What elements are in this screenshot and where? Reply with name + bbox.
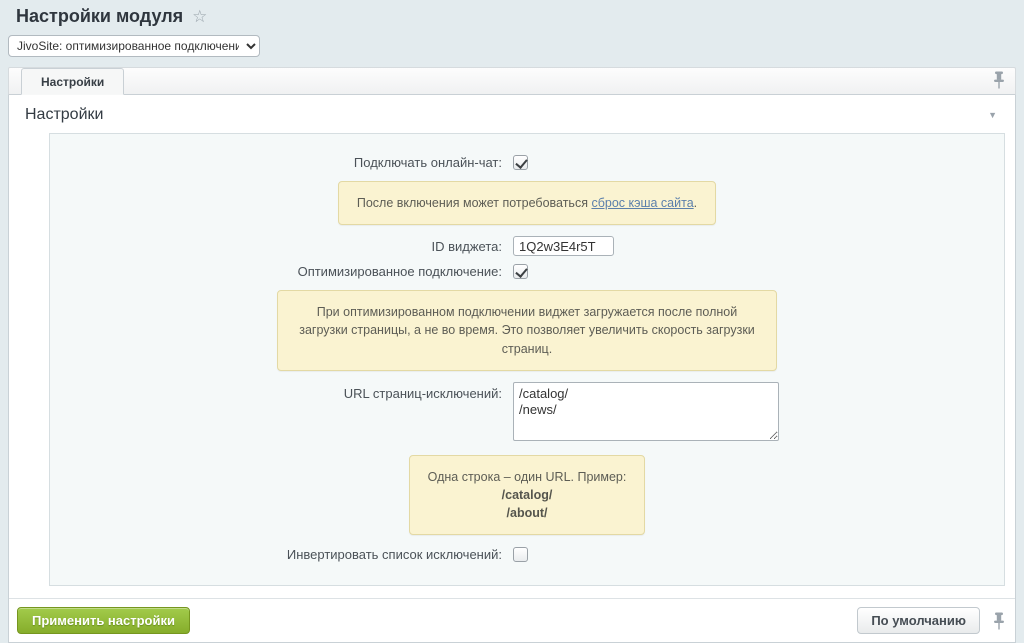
optimized-note: При оптимизированном подключении виджет …: [277, 290, 777, 370]
note-row-optimized: При оптимизированном подключении виджет …: [50, 290, 1004, 370]
section-header: Настройки ▼: [9, 95, 1015, 133]
form-row-url-exceptions: URL страниц-исключений: /catalog/ /news/: [50, 382, 1004, 444]
form-row-optimized: Оптимизированное подключение:: [50, 263, 1004, 279]
invert-label: Инвертировать список исключений:: [50, 547, 513, 562]
form-row-invert: Инвертировать список исключений:: [50, 546, 1004, 562]
tab-bar: Настройки: [8, 67, 1016, 95]
form-row-widget-id: ID виджета:: [50, 236, 1004, 256]
note-row-url-example: Одна строка – один URL. Пример: /catalog…: [50, 455, 1004, 535]
optimized-checkbox[interactable]: [513, 264, 528, 279]
apply-settings-button[interactable]: Применить настройки: [17, 607, 190, 634]
url-exceptions-textarea[interactable]: /catalog/ /news/: [513, 382, 779, 441]
page-header: Настройки модуля ☆: [16, 6, 1008, 27]
cache-note-text: После включения может потребоваться: [357, 196, 592, 210]
url-example-note: Одна строка – один URL. Пример: /catalog…: [409, 455, 646, 535]
cache-note-suffix: .: [694, 196, 697, 210]
connect-chat-checkbox[interactable]: [513, 155, 528, 170]
collapse-section-icon[interactable]: ▼: [986, 108, 999, 122]
settings-form: Подключать онлайн-чат: После включения м…: [49, 133, 1005, 586]
optimized-label: Оптимизированное подключение:: [50, 264, 513, 279]
defaults-button[interactable]: По умолчанию: [857, 607, 980, 634]
widget-id-label: ID виджета:: [50, 239, 513, 254]
url-example-2: /about/: [507, 506, 548, 520]
note-row-cache: После включения может потребоваться сбро…: [50, 181, 1004, 225]
panel-footer: Применить настройки По умолчанию: [9, 598, 1015, 642]
url-exceptions-label: URL страниц-исключений:: [50, 382, 513, 401]
module-settings-page: Настройки модуля ☆ JivoSite: оптимизиров…: [0, 0, 1024, 643]
module-select[interactable]: JivoSite: оптимизированное подключение: [8, 35, 260, 57]
url-example-1: /catalog/: [502, 488, 553, 502]
invert-checkbox[interactable]: [513, 547, 528, 562]
pin-icon[interactable]: [993, 71, 1005, 89]
tab-settings[interactable]: Настройки: [21, 68, 124, 95]
url-example-line: Одна строка – один URL. Пример:: [428, 470, 627, 484]
page-title: Настройки модуля: [16, 6, 183, 27]
pin-icon[interactable]: [993, 612, 1005, 630]
form-row-connect-chat: Подключать онлайн-чат:: [50, 154, 1004, 170]
settings-panel: Настройки ▼ Подключать онлайн-чат: После…: [8, 95, 1016, 643]
reset-cache-link[interactable]: сброс кэша сайта: [591, 196, 693, 210]
section-title: Настройки: [25, 106, 103, 124]
connect-chat-label: Подключать онлайн-чат:: [50, 155, 513, 170]
cache-note: После включения может потребоваться сбро…: [338, 181, 716, 225]
favorite-star-icon[interactable]: ☆: [192, 8, 207, 25]
widget-id-input[interactable]: [513, 236, 614, 256]
